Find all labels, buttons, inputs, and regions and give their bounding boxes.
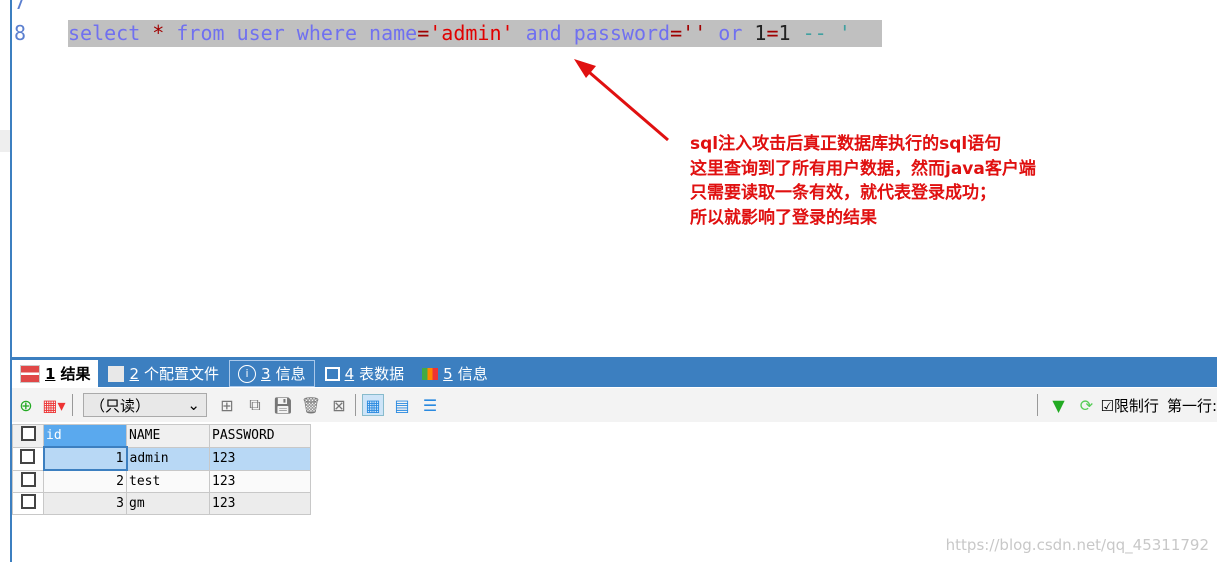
add-row-icon[interactable]: ⊕ xyxy=(16,395,36,415)
tab-info-2[interactable]: 5 信息 xyxy=(414,360,496,387)
table-icon xyxy=(324,366,340,381)
code-token: * xyxy=(152,21,165,45)
annotation-text: sql注入攻击后真正数据库执行的sql语句 这里查询到了所有用户数据，然而jav… xyxy=(690,132,1036,230)
shapes-icon xyxy=(422,367,439,380)
cell[interactable]: 123 xyxy=(209,469,311,493)
code-token: -- ' xyxy=(790,21,851,45)
cell[interactable]: 123 xyxy=(209,446,311,471)
tab-label: 结果 xyxy=(60,365,91,383)
annotation-line: 所以就影响了登录的结果 xyxy=(690,207,877,228)
annotation-line: 这里查询到了所有用户数据，然而java客户端 xyxy=(690,158,1036,179)
text-view-icon[interactable]: ☰ xyxy=(420,395,440,415)
code-token: or xyxy=(706,21,755,45)
tab-label: 个配置文件 xyxy=(144,365,220,383)
cell[interactable]: gm xyxy=(126,492,210,515)
current-line-marker xyxy=(0,130,10,152)
insert-row-icon[interactable]: ⊞ xyxy=(217,395,237,415)
cell[interactable]: admin xyxy=(126,446,210,471)
tab-table-data[interactable]: 4 表数据 xyxy=(317,360,413,387)
tab-results[interactable]: 1 结果 xyxy=(12,360,99,387)
cell[interactable]: 1 xyxy=(42,446,128,471)
line-number: 8 xyxy=(14,21,27,45)
annotation-line: sql注入攻击后真正数据库执行的sql语句 xyxy=(690,134,1002,154)
refresh-icon[interactable]: ⟳ xyxy=(1076,395,1096,415)
tab-number: 5 xyxy=(443,364,453,383)
code-token: 1 xyxy=(754,21,767,45)
mode-select[interactable]: （只读） ⌄ xyxy=(83,393,207,417)
header-row: id NAME PASSWORD xyxy=(12,424,311,448)
code-token: 1 xyxy=(778,21,791,45)
tab-label: 表数据 xyxy=(359,365,405,383)
filter-icon[interactable]: ▼ xyxy=(1048,395,1068,415)
tab-info[interactable]: i 3 信息 xyxy=(229,360,315,387)
tab-label: 信息 xyxy=(275,365,306,383)
sql-code-line[interactable]: select * from user where name='admin' an… xyxy=(68,20,882,47)
row-checkbox[interactable] xyxy=(12,446,44,471)
code-token: ='' xyxy=(670,21,707,45)
save-icon[interactable]: 💾︎ xyxy=(273,395,293,415)
copy-row-icon[interactable]: ⧉ xyxy=(245,395,265,415)
tab-number: 1 xyxy=(45,364,56,383)
cell[interactable]: 2 xyxy=(43,469,127,493)
tab-number: 3 xyxy=(261,364,271,383)
code-token: select xyxy=(68,21,153,45)
tab-label: 信息 xyxy=(457,365,488,383)
first-row-label: 第一行: xyxy=(1166,396,1217,415)
table-row[interactable]: 3 gm 123 xyxy=(12,492,311,515)
annotation-line: 只需要读取一条有效，就代表登录成功； xyxy=(690,183,996,203)
code-token: from user where name xyxy=(164,21,418,45)
code-token: 'admin' xyxy=(429,21,514,45)
select-all-checkbox[interactable] xyxy=(12,424,44,448)
mode-value: （只读） xyxy=(90,396,151,415)
tab-profiles[interactable]: 2 个配置文件 xyxy=(100,360,227,387)
delete-icon[interactable]: 🗑︎ xyxy=(301,395,321,415)
tab-number: 2 xyxy=(129,364,139,383)
cell[interactable]: 123 xyxy=(209,492,311,515)
table-row[interactable]: 1 admin 123 xyxy=(12,446,311,471)
profile-icon xyxy=(108,365,125,382)
cancel-icon[interactable]: ⊠ xyxy=(329,395,349,415)
info-icon: i xyxy=(238,364,257,383)
result-grid: id NAME PASSWORD 1 admin 123 2 test 123 … xyxy=(12,424,311,515)
chevron-down-icon: ⌄ xyxy=(187,396,200,414)
code-token: = xyxy=(766,21,779,45)
row-checkbox[interactable] xyxy=(12,492,44,515)
watermark: https://blog.csdn.net/qq_45311792 xyxy=(945,536,1209,554)
result-tabs: 1 结果 2 个配置文件 i 3 信息 4 表数据 5 信息 xyxy=(12,357,1217,387)
tab-number: 4 xyxy=(344,364,355,383)
arrow-annotation xyxy=(574,59,669,142)
export-dropdown-icon[interactable]: ▦▾ xyxy=(42,395,65,415)
cell[interactable]: 3 xyxy=(43,492,127,515)
cell[interactable]: test xyxy=(126,469,210,493)
table-row[interactable]: 2 test 123 xyxy=(12,469,311,493)
result-toolbar: ⊕ ▦▾ （只读） ⌄ ⊞ ⧉ 💾︎ 🗑︎ ⊠ ▦ ▤ ☰ ▼ ⟳ ☑限制行 第一… xyxy=(12,388,1217,422)
grid-icon xyxy=(20,364,40,383)
code-token: = xyxy=(417,21,430,45)
form-view-icon[interactable]: ▤ xyxy=(392,395,412,415)
line-number: 7 xyxy=(14,0,27,14)
limit-rows-checkbox[interactable]: ☑限制行 xyxy=(1100,395,1158,416)
code-token: and password xyxy=(513,21,671,45)
column-header[interactable]: id xyxy=(43,424,127,448)
column-header[interactable]: NAME xyxy=(126,424,210,448)
limit-rows-label: 限制行 xyxy=(1113,396,1159,415)
row-checkbox[interactable] xyxy=(12,469,44,493)
column-header[interactable]: PASSWORD xyxy=(209,424,311,448)
grid-view-icon[interactable]: ▦ xyxy=(362,394,384,416)
